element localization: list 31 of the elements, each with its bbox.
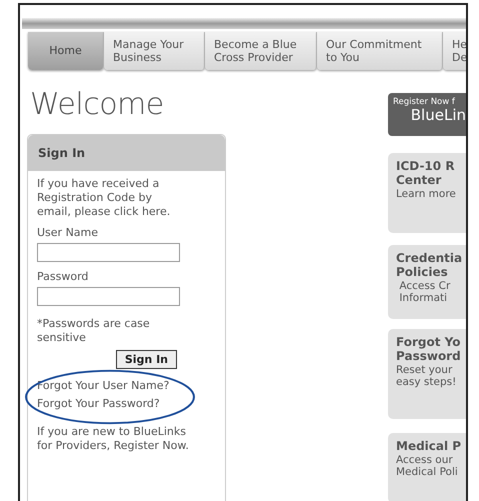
card-title: Credentia Policies <box>396 252 464 280</box>
card-text: Reset your easy steps! <box>396 364 458 389</box>
card-title: Medical P <box>396 440 462 454</box>
intro-text: If you have received a Registration Code by email, please click here. <box>37 177 172 218</box>
promo-card[interactable]: Credentia Policies Access Cr Informati <box>388 245 466 319</box>
input-field[interactable] <box>37 243 180 262</box>
banner-text: Register Now f <box>393 97 456 107</box>
field-label: User Name <box>37 226 100 240</box>
nav-tab[interactable]: Become a Blue Cross Provider <box>205 32 317 70</box>
register-banner[interactable]: Register Now f BlueLin <box>388 93 466 136</box>
card-text: Learn more <box>396 188 457 200</box>
card-title: Forgot Yo Password <box>396 336 462 364</box>
card-title: ICD-10 R Center <box>396 160 456 188</box>
promo-card[interactable]: Medical P Access our Medical Poli <box>388 433 466 501</box>
panel-title: Sign In <box>38 146 86 160</box>
nav-tab[interactable]: Our Commitment to You <box>317 32 443 70</box>
sign-in-button[interactable]: Sign In <box>116 350 177 370</box>
promo-card[interactable]: ICD-10 R Center Learn more <box>388 153 466 233</box>
register-text: If you are new to BlueLinks for Providers, Register Now. <box>37 424 189 452</box>
promo-card[interactable]: Forgot Yo Password Reset your easy steps! <box>388 329 466 419</box>
forgot-link[interactable]: Forgot Your Password? <box>37 397 189 411</box>
forgot-link[interactable]: Forgot Your User Name? <box>37 379 189 393</box>
input-field[interactable] <box>37 286 180 306</box>
nav-tab[interactable]: Home <box>28 32 104 70</box>
nav-tab[interactable]: Manage Your Business <box>104 32 205 70</box>
banner-title: BlueLin <box>410 107 466 124</box>
page-heading: Welcome <box>30 90 165 120</box>
card-text: Access Cr Informati <box>398 280 452 305</box>
note-text: *Passwords are case sensitive <box>37 316 151 344</box>
card-text: Access our Medical Poli <box>396 454 459 479</box>
field-label: Password <box>37 270 90 284</box>
